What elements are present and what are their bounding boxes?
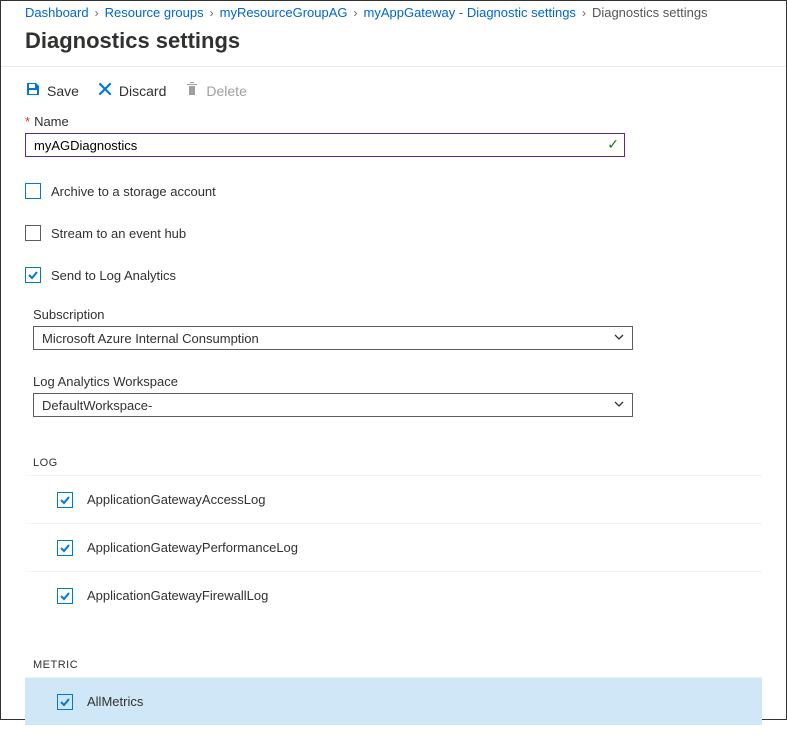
breadcrumb: Dashboard › Resource groups › myResource… [1, 1, 786, 22]
discard-button[interactable]: Discard [97, 81, 166, 100]
send-la-option[interactable]: Send to Log Analytics [25, 267, 762, 283]
breadcrumb-link-resource-groups[interactable]: Resource groups [105, 5, 204, 20]
breadcrumb-link-resource-group[interactable]: myResourceGroupAG [220, 5, 348, 20]
delete-icon [184, 81, 200, 100]
metric-section-heading: METRIC [33, 659, 762, 671]
chevron-right-icon: › [354, 6, 358, 20]
discard-icon [97, 81, 113, 100]
save-icon [25, 81, 41, 100]
log-row-label: ApplicationGatewayFirewallLog [87, 588, 268, 603]
delete-button: Delete [184, 81, 246, 100]
metric-checkbox[interactable] [57, 694, 73, 710]
chevron-down-icon [612, 397, 626, 414]
log-checkbox[interactable] [57, 588, 73, 604]
workspace-select[interactable]: DefaultWorkspace- [33, 393, 633, 417]
breadcrumb-current: Diagnostics settings [592, 5, 708, 20]
breadcrumb-link-dashboard[interactable]: Dashboard [25, 5, 89, 20]
log-row-label: ApplicationGatewayAccessLog [87, 492, 266, 507]
subscription-select[interactable]: Microsoft Azure Internal Consumption [33, 326, 633, 350]
metric-row[interactable]: AllMetrics [25, 677, 762, 725]
send-la-checkbox[interactable] [25, 267, 41, 283]
save-label: Save [47, 83, 79, 99]
toolbar: Save Discard Delete [1, 67, 786, 110]
log-section-heading: LOG [33, 457, 762, 469]
archive-label: Archive to a storage account [51, 184, 216, 199]
breadcrumb-link-diag-settings[interactable]: myAppGateway - Diagnostic settings [364, 5, 576, 20]
subscription-value: Microsoft Azure Internal Consumption [42, 331, 259, 346]
chevron-down-icon [612, 330, 626, 347]
archive-option[interactable]: Archive to a storage account [25, 183, 762, 199]
archive-checkbox[interactable] [25, 183, 41, 199]
name-field-label: *Name [25, 114, 762, 129]
delete-label: Delete [206, 83, 246, 99]
log-row[interactable]: ApplicationGatewayPerformanceLog [25, 523, 762, 571]
log-row[interactable]: ApplicationGatewayAccessLog [25, 475, 762, 523]
chevron-right-icon: › [95, 6, 99, 20]
metric-row-label: AllMetrics [87, 694, 143, 709]
stream-checkbox[interactable] [25, 225, 41, 241]
log-row[interactable]: ApplicationGatewayFirewallLog [25, 571, 762, 619]
stream-label: Stream to an event hub [51, 226, 186, 241]
discard-label: Discard [119, 83, 166, 99]
save-button[interactable]: Save [25, 81, 79, 100]
log-checkbox[interactable] [57, 492, 73, 508]
valid-check-icon: ✓ [607, 136, 619, 153]
log-row-label: ApplicationGatewayPerformanceLog [87, 540, 298, 555]
metric-list: AllMetrics [25, 677, 762, 725]
name-input[interactable] [25, 133, 625, 157]
send-la-label: Send to Log Analytics [51, 268, 176, 283]
log-checkbox[interactable] [57, 540, 73, 556]
workspace-value: DefaultWorkspace- [42, 398, 152, 413]
chevron-right-icon: › [210, 6, 214, 20]
log-list: ApplicationGatewayAccessLog ApplicationG… [25, 475, 762, 619]
workspace-label: Log Analytics Workspace [33, 374, 762, 389]
page-title: Diagnostics settings [1, 22, 786, 66]
subscription-label: Subscription [33, 307, 762, 322]
required-indicator: * [25, 114, 30, 129]
stream-option[interactable]: Stream to an event hub [25, 225, 762, 241]
chevron-right-icon: › [582, 6, 586, 20]
